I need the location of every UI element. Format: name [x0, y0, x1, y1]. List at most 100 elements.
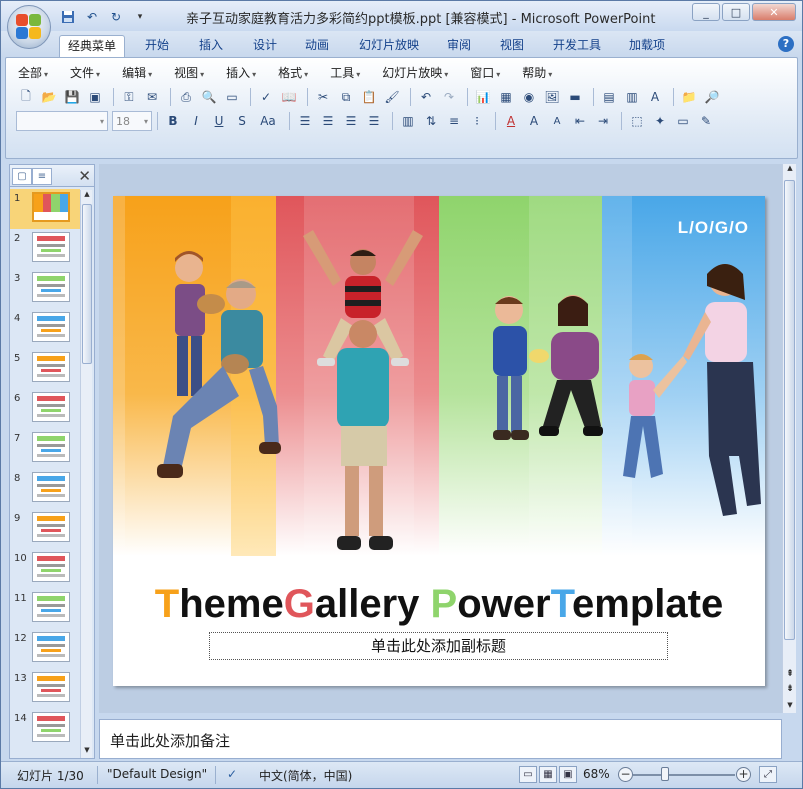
new-slide-icon[interactable]: ▤ — [599, 87, 619, 107]
slideshow-view-icon[interactable]: ▣ — [559, 766, 577, 783]
slide-thumbnail[interactable] — [32, 512, 70, 542]
scroll-up-icon[interactable]: ▲ — [81, 190, 93, 202]
folder-icon[interactable]: 📁 — [679, 87, 699, 107]
save-icon[interactable] — [59, 8, 77, 26]
scroll-up-icon[interactable]: ▲ — [784, 164, 796, 176]
menu-file[interactable]: 文件 ▾ — [64, 64, 106, 82]
notes-pane[interactable]: 单击此处添加备注 — [99, 719, 782, 759]
bullets-icon[interactable]: ⁝ — [467, 111, 487, 131]
subtitle-placeholder[interactable]: 单击此处添加副标题 — [209, 632, 668, 660]
slides-tab-icon[interactable]: ▢ — [12, 168, 32, 185]
slide-thumbnail[interactable] — [32, 712, 70, 742]
slide-thumbnail[interactable] — [32, 392, 70, 422]
slide-thumbnail[interactable] — [32, 472, 70, 502]
decrease-font-icon[interactable]: A — [547, 111, 567, 131]
close-panel-icon[interactable]: ✕ — [78, 167, 91, 185]
zoom-icon[interactable]: 🔎 — [702, 87, 722, 107]
pen-icon[interactable]: ✎ — [696, 111, 716, 131]
fit-to-window-icon[interactable]: ⤢ — [759, 766, 777, 783]
print-icon[interactable]: ⎙ — [176, 87, 196, 107]
save-icon[interactable]: 💾 — [62, 87, 82, 107]
slide-thumbnail-row[interactable]: 13 — [10, 669, 80, 709]
spelling-icon[interactable]: ✓ — [256, 87, 276, 107]
columns-icon[interactable]: ▥ — [398, 111, 418, 131]
bold-icon[interactable]: B — [163, 111, 183, 131]
chart-icon[interactable]: 📊 — [473, 87, 493, 107]
align-left-icon[interactable]: ☰ — [295, 111, 315, 131]
align-right-icon[interactable]: ☰ — [341, 111, 361, 131]
design-icon[interactable]: ⬚ — [627, 111, 647, 131]
shape-icon[interactable]: ▭ — [673, 111, 693, 131]
menu-format[interactable]: 格式 ▾ — [272, 64, 314, 82]
minimize-button[interactable]: _ — [692, 3, 720, 21]
slide-title[interactable]: ThemeGallery PowerTemplate — [113, 582, 765, 627]
spelling-status-icon[interactable]: ✓ — [227, 767, 237, 781]
language-indicator[interactable]: 中文(简体，中国) — [259, 767, 352, 784]
font-size-combo[interactable]: 18 ▾ — [112, 111, 152, 131]
paste-icon[interactable]: 📋 — [359, 87, 379, 107]
slide-thumbnail[interactable] — [32, 232, 70, 262]
slide-thumbnail-row[interactable]: 4 — [10, 309, 80, 349]
shadow-icon[interactable]: S — [232, 111, 252, 131]
tab-slideshow[interactable]: 幻灯片放映 — [351, 35, 427, 57]
slide-thumbnail-row[interactable]: 6 — [10, 389, 80, 429]
format-painter-icon[interactable]: 🖌 — [382, 87, 402, 107]
italic-icon[interactable]: I — [186, 111, 206, 131]
slide-thumbnail-row[interactable]: 9 — [10, 509, 80, 549]
justify-icon[interactable]: ☰ — [364, 111, 384, 131]
scroll-down-icon[interactable]: ▼ — [784, 701, 796, 713]
tab-home[interactable]: 开始 — [133, 35, 181, 57]
slide-thumbnail-row[interactable]: 1 — [10, 189, 80, 229]
tab-insert[interactable]: 插入 — [187, 35, 235, 57]
decrease-indent-icon[interactable]: ⇤ — [570, 111, 590, 131]
slide-thumbnail[interactable] — [32, 272, 70, 302]
normal-view-icon[interactable]: ▭ — [519, 766, 537, 783]
zoom-slider-handle[interactable] — [661, 767, 669, 781]
cut-icon[interactable]: ✂ — [313, 87, 333, 107]
publish-icon[interactable]: ▣ — [85, 87, 105, 107]
slide-thumbnail-row[interactable]: 3 — [10, 269, 80, 309]
menu-insert[interactable]: 插入 ▾ — [220, 64, 262, 82]
slide-thumbnail[interactable] — [32, 552, 70, 582]
slide-thumbnail[interactable] — [32, 352, 70, 382]
menu-slideshow[interactable]: 幻灯片放映 ▾ — [376, 64, 454, 82]
tab-classic-menu[interactable]: 经典菜单 — [59, 35, 125, 57]
page-setup-icon[interactable]: ▭ — [222, 87, 242, 107]
slide-thumbnail[interactable] — [32, 192, 70, 222]
change-case-icon[interactable]: Aa — [255, 111, 281, 131]
scroll-thumb[interactable] — [784, 180, 795, 640]
underline-icon[interactable]: U — [209, 111, 229, 131]
next-slide-icon[interactable]: ⇟ — [784, 684, 796, 696]
print-preview-icon[interactable]: 🔍 — [199, 87, 219, 107]
scroll-down-icon[interactable]: ▼ — [81, 746, 93, 758]
slide-thumbnail[interactable] — [32, 672, 70, 702]
increase-indent-icon[interactable]: ⇥ — [593, 111, 613, 131]
slide-sorter-icon[interactable]: ▦ — [539, 766, 557, 783]
editor-scrollbar[interactable]: ▲ ⇞ ⇟ ▼ — [782, 164, 796, 713]
slide-thumbnail-row[interactable]: 8 — [10, 469, 80, 509]
permission-icon[interactable]: ⚿ — [119, 87, 139, 107]
font-color-icon[interactable]: A — [501, 111, 521, 131]
tab-animation[interactable]: 动画 — [293, 35, 341, 57]
slide-thumbnail-row[interactable]: 7 — [10, 429, 80, 469]
menu-tools[interactable]: 工具 ▾ — [324, 64, 366, 82]
office-button[interactable] — [7, 5, 51, 49]
slide-thumbnail[interactable] — [32, 432, 70, 462]
redo-icon[interactable]: ↻ — [107, 8, 125, 26]
table-icon[interactable]: ▦ — [496, 87, 516, 107]
slide-thumbnail-row[interactable]: 12 — [10, 629, 80, 669]
animation-icon[interactable]: ✦ — [650, 111, 670, 131]
menu-all[interactable]: 全部 ▾ — [12, 64, 54, 82]
slide-thumbnail-row[interactable]: 10 — [10, 549, 80, 589]
slide-thumbnail-row[interactable]: 5 — [10, 349, 80, 389]
tab-view[interactable]: 视图 — [488, 35, 536, 57]
color-grayscale-icon[interactable]: ▬ — [565, 87, 585, 107]
slide-thumbnail[interactable] — [32, 312, 70, 342]
text-box-icon[interactable]: A — [645, 87, 665, 107]
copy-icon[interactable]: ⧉ — [336, 87, 356, 107]
slide-thumbnail-row[interactable]: 11 — [10, 589, 80, 629]
tab-developer[interactable]: 开发工具 — [546, 35, 608, 57]
slide-thumbnail-row[interactable]: 14 — [10, 709, 80, 749]
customize-qat-icon[interactable]: ▾ — [131, 8, 149, 26]
maximize-button[interactable]: □ — [722, 3, 750, 21]
